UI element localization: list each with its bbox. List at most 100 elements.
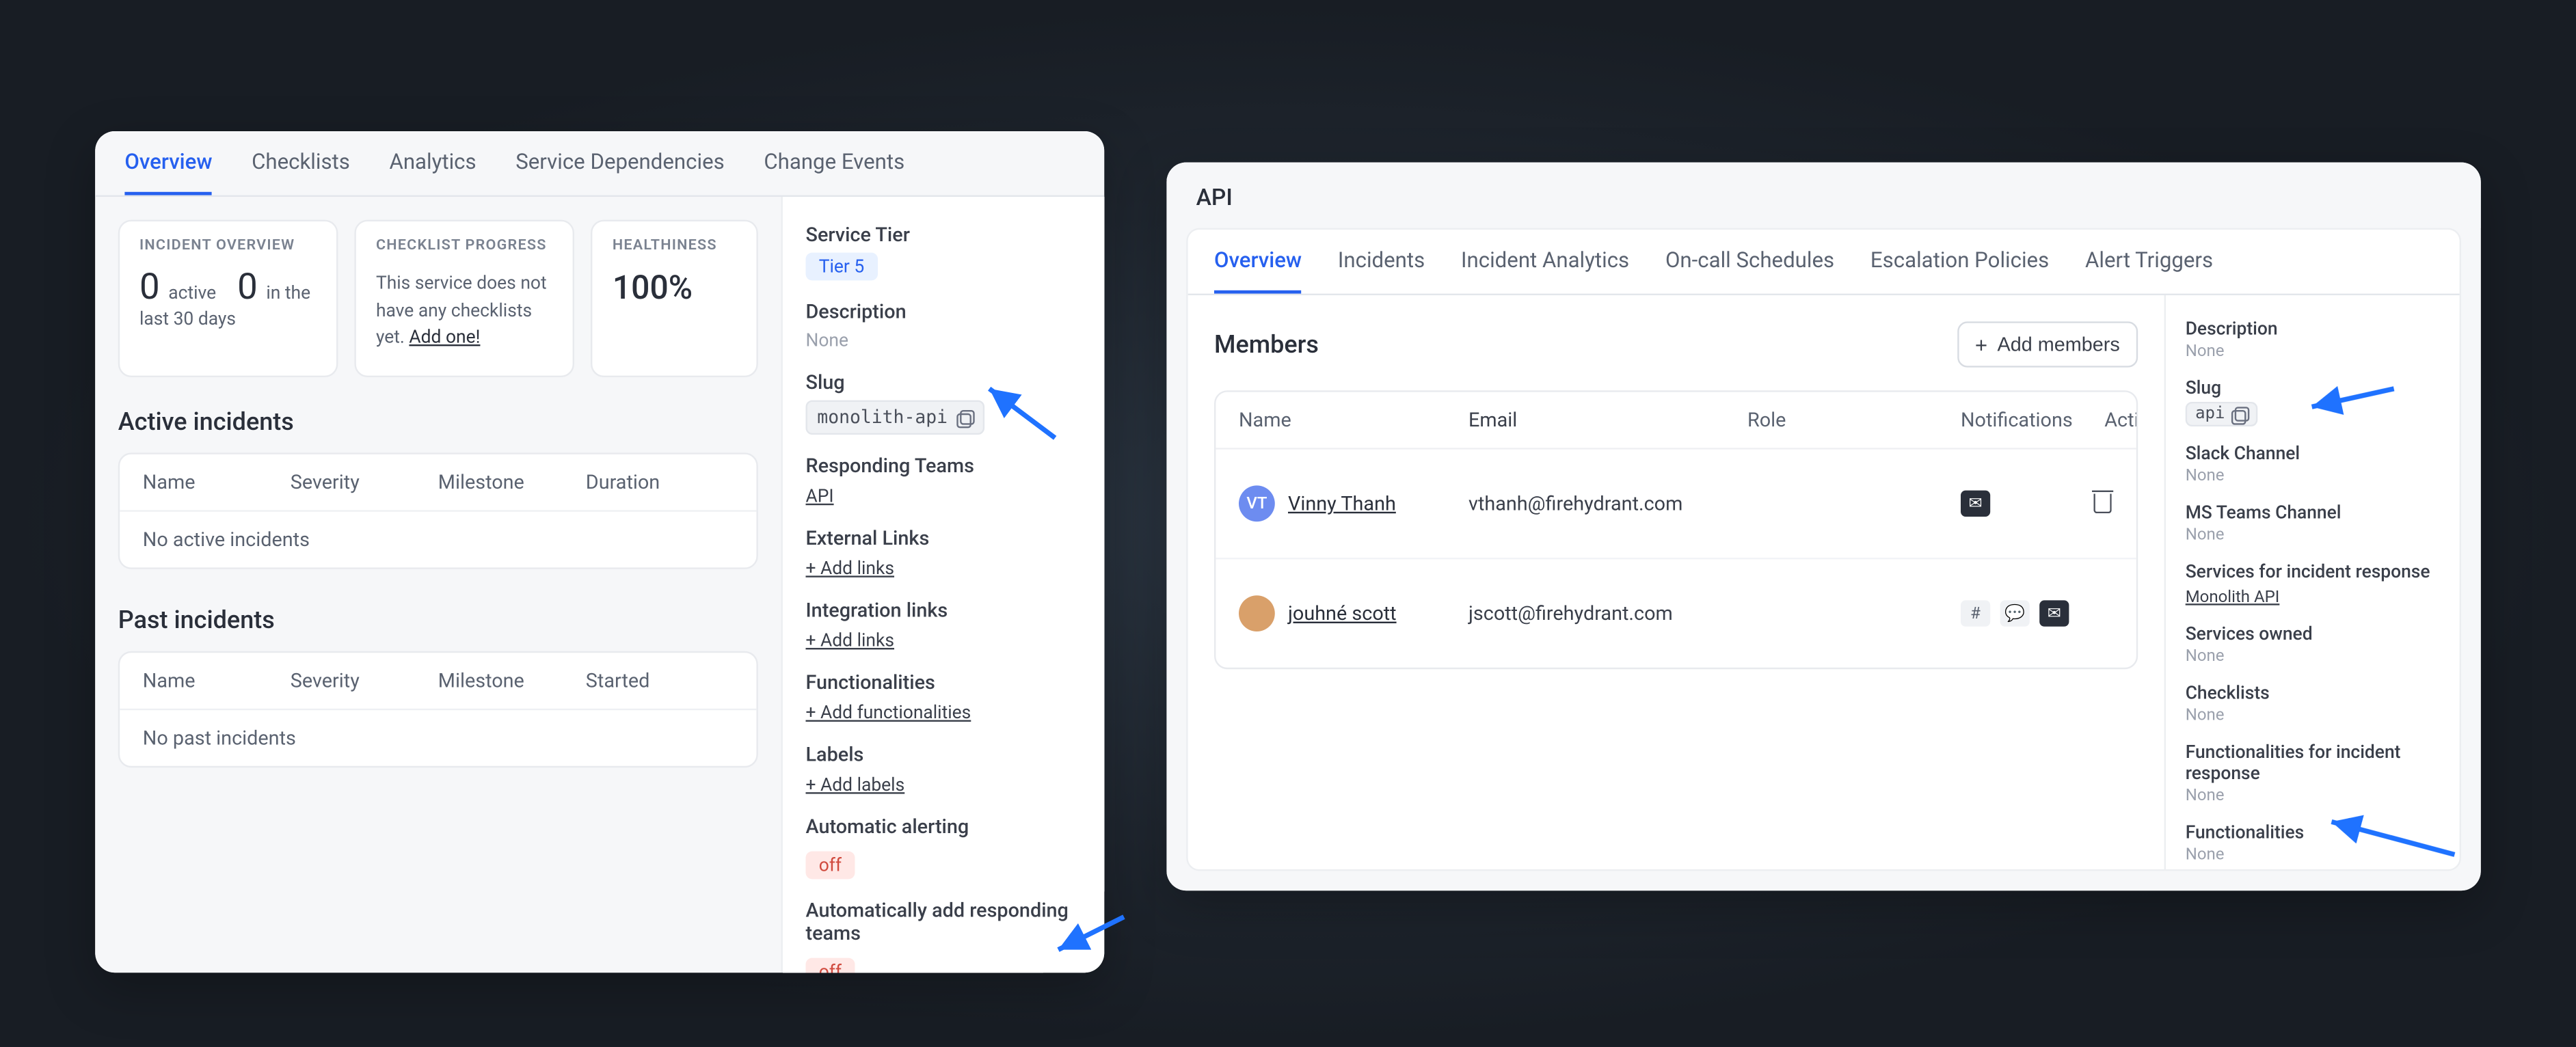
slug-value: api xyxy=(2195,405,2225,423)
checklists-value: None xyxy=(2186,707,2440,724)
service-tabs: Overview Checklists Analytics Service De… xyxy=(95,131,1104,197)
last30-count: 0 xyxy=(237,267,258,308)
service-tier-badge: Tier 5 xyxy=(805,253,877,281)
active-incidents-table: Name Severity Milestone Duration No acti… xyxy=(118,452,758,568)
copy-icon[interactable] xyxy=(957,409,974,426)
member-name-cell: jouhné scott xyxy=(1239,595,1468,631)
slack-channel-value: None xyxy=(2186,467,2440,485)
tab-oncall-schedules[interactable]: On-call Schedules xyxy=(1665,230,1834,294)
col-role: Role xyxy=(1747,409,1961,432)
tab-overview[interactable]: Overview xyxy=(124,131,212,195)
member-name-link[interactable]: jouhné scott xyxy=(1288,602,1397,625)
last30-label: in the last 30 days xyxy=(139,282,310,330)
active-label: active xyxy=(168,282,216,303)
integration-links-label: Integration links xyxy=(805,599,1081,622)
slug-chip[interactable]: monolith-api xyxy=(805,400,985,435)
member-actions xyxy=(2015,489,2113,517)
members-title: Members xyxy=(1214,329,1319,359)
tab-checklists[interactable]: Checklists xyxy=(252,131,350,195)
service-tier-label: Service Tier xyxy=(805,223,1081,246)
past-incidents-table: Name Severity Milestone Started No past … xyxy=(118,651,758,767)
member-notifications: ✉ xyxy=(1961,491,2015,517)
col-started: Started xyxy=(586,668,734,692)
past-incidents-empty: No past incidents xyxy=(120,709,756,765)
member-name-link[interactable]: Vinny Thanh xyxy=(1288,492,1396,515)
copy-icon[interactable] xyxy=(2231,406,2248,422)
member-name-cell: VT Vinny Thanh xyxy=(1239,485,1468,521)
add-members-label: Add members xyxy=(1998,333,2120,356)
incident-overview-title: INCIDENT OVERVIEW xyxy=(139,238,317,254)
func-ir-value: None xyxy=(2186,787,2440,805)
email-icon[interactable]: ✉ xyxy=(2039,600,2069,626)
checklist-progress-title: CHECKLIST PROGRESS xyxy=(376,238,554,254)
add-labels[interactable]: + Add labels xyxy=(805,774,904,796)
msteams-channel-label: MS Teams Channel xyxy=(2186,502,2440,523)
auto-alerting-label: Automatic alerting xyxy=(805,815,1081,839)
healthiness-card: HEALTHINESS 100% xyxy=(591,220,758,377)
tab-overview[interactable]: Overview xyxy=(1214,230,1302,294)
add-members-button[interactable]: + Add members xyxy=(1957,321,2138,367)
tab-service-dependencies[interactable]: Service Dependencies xyxy=(515,131,725,195)
responding-team-link[interactable]: API xyxy=(805,485,833,506)
service-detail-panel: Overview Checklists Analytics Service De… xyxy=(95,131,1104,973)
active-incidents-header: Name Severity Milestone Duration xyxy=(120,454,756,511)
slack-icon[interactable]: # xyxy=(1961,600,1990,626)
members-header-row: Name Email Role Notifications Actions xyxy=(1216,392,2136,450)
delete-member-icon[interactable] xyxy=(2092,489,2113,513)
add-functionalities[interactable]: + Add functionalities xyxy=(805,702,971,723)
description-value: None xyxy=(2186,343,2440,361)
description-value: None xyxy=(805,329,1081,351)
tab-incidents[interactable]: Incidents xyxy=(1338,230,1425,294)
description-label: Description xyxy=(805,300,1081,323)
active-count: 0 xyxy=(139,267,160,308)
healthiness-value: 100% xyxy=(613,271,737,303)
col-name: Name xyxy=(143,470,291,493)
services-ir-link[interactable]: Monolith API xyxy=(2186,589,2280,607)
tab-incident-analytics[interactable]: Incident Analytics xyxy=(1461,230,1629,294)
col-email: Email xyxy=(1468,409,1747,432)
past-incidents-title: Past incidents xyxy=(118,604,758,634)
func-value: None xyxy=(2186,846,2440,864)
tab-alert-triggers[interactable]: Alert Triggers xyxy=(2085,230,2213,294)
member-actions xyxy=(2069,599,2138,627)
member-row: VTVinny Thanhvthanh@firehydrant.com✉ xyxy=(1216,450,2136,560)
auto-alerting-value: off xyxy=(805,852,855,880)
member-avatar xyxy=(1239,595,1275,631)
col-milestone: Milestone xyxy=(438,470,586,493)
slug-chip[interactable]: api xyxy=(2186,402,2258,426)
past-incidents-header: Name Severity Milestone Started xyxy=(120,652,756,709)
col-actions: Actions xyxy=(2073,409,2138,432)
slug-label: Slug xyxy=(2186,377,2440,398)
team-sidebar: Description None Slug api Slack Channel … xyxy=(2164,295,2460,869)
checklist-progress-card: CHECKLIST PROGRESS This service does not… xyxy=(355,220,575,377)
healthiness-title: HEALTHINESS xyxy=(613,238,737,254)
description-label: Description xyxy=(2186,318,2440,340)
labels-label: Labels xyxy=(805,743,1081,766)
external-links-label: External Links xyxy=(805,526,1081,549)
services-owned-value: None xyxy=(2186,648,2440,666)
func-ir-label: Functionalities for incident response xyxy=(2186,742,2440,784)
col-name: Name xyxy=(1239,409,1468,432)
add-checklist-link[interactable]: Add one! xyxy=(409,327,480,348)
services-ir-label: Services for incident response xyxy=(2186,561,2440,582)
chat-icon[interactable]: 💬 xyxy=(2000,600,2030,626)
responding-teams-label: Responding Teams xyxy=(805,454,1081,478)
col-milestone: Milestone xyxy=(438,668,586,692)
add-integration-links[interactable]: + Add links xyxy=(805,630,894,651)
team-tabs: Overview Incidents Incident Analytics On… xyxy=(1188,230,2460,295)
tab-change-events[interactable]: Change Events xyxy=(764,131,904,195)
slug-value: monolith-api xyxy=(817,407,948,428)
tab-escalation-policies[interactable]: Escalation Policies xyxy=(1870,230,2049,294)
slug-label: Slug xyxy=(805,370,1081,394)
member-avatar: VT xyxy=(1239,485,1275,521)
email-icon[interactable]: ✉ xyxy=(1961,491,1990,517)
members-table: Name Email Role Notifications Actions VT… xyxy=(1214,390,2138,669)
services-owned-label: Services owned xyxy=(2186,623,2440,644)
functionalities-label: Functionalities xyxy=(805,671,1081,694)
slack-channel-label: Slack Channel xyxy=(2186,443,2440,464)
tab-analytics[interactable]: Analytics xyxy=(389,131,476,195)
plus-icon: + xyxy=(1975,334,1987,355)
add-external-links[interactable]: + Add links xyxy=(805,558,894,579)
msteams-channel-value: None xyxy=(2186,526,2440,544)
auto-teams-value: off xyxy=(805,958,855,973)
